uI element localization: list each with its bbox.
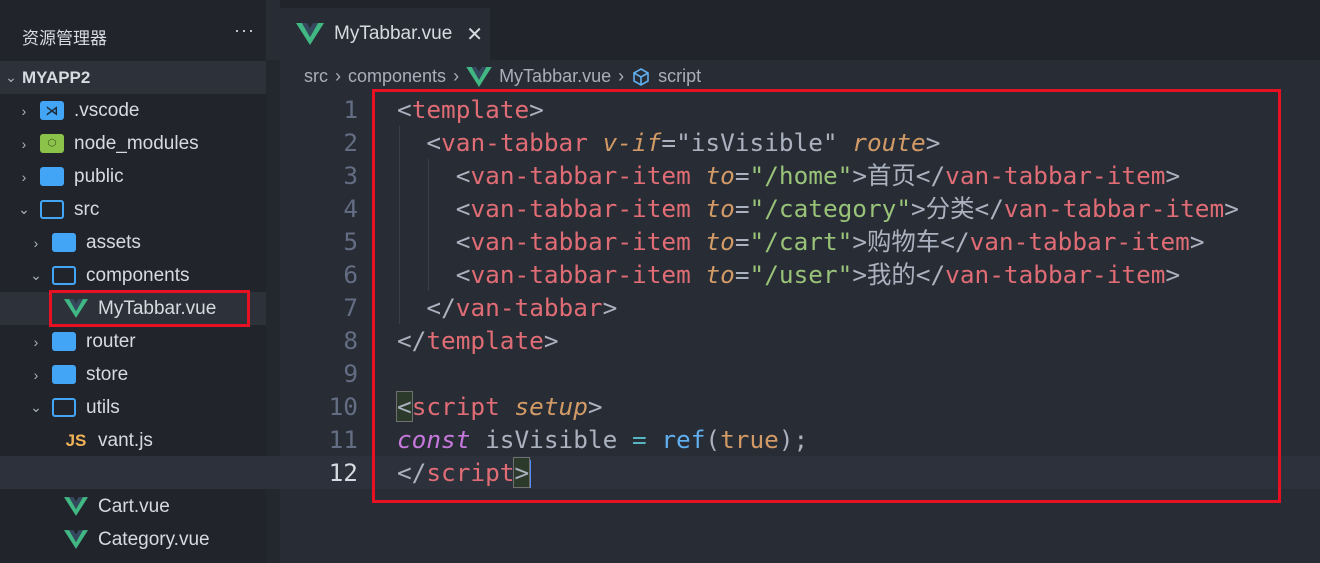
project-name: MYAPP2: [22, 67, 91, 87]
tab-bar: MyTabbar.vue ✕: [280, 0, 1320, 60]
breadcrumb-file[interactable]: MyTabbar.vue: [499, 66, 611, 87]
tree-item[interactable]: Cart.vue: [0, 490, 266, 523]
vue-file-icon: [466, 66, 492, 87]
breadcrumb-src[interactable]: src: [304, 66, 328, 87]
line-number: 12: [328, 458, 358, 487]
tree-item[interactable]: Category.vue: [0, 523, 266, 556]
line-number: 9: [343, 359, 358, 388]
line-number: 10: [328, 392, 358, 421]
line-number: 1: [343, 95, 358, 124]
chevron-right-icon: ›: [453, 66, 460, 86]
close-icon[interactable]: ✕: [466, 22, 483, 47]
chevron-right-icon: ›: [618, 66, 625, 86]
line-number: 6: [343, 260, 358, 289]
tree-item-label: Cart.vue: [98, 495, 170, 517]
cube-icon: [633, 67, 649, 86]
breadcrumb-components[interactable]: components: [348, 66, 446, 87]
tab-mytabbar[interactable]: MyTabbar.vue ✕: [280, 8, 490, 60]
highlight-box: [372, 89, 1281, 503]
line-number: 4: [343, 194, 358, 223]
breadcrumb: src › components › MyTabbar.vue › script: [304, 66, 701, 87]
line-number: 11: [328, 425, 358, 454]
vue-file-icon: [296, 23, 324, 45]
explorer-title: 资源管理器: [22, 29, 107, 48]
line-number: 8: [343, 326, 358, 355]
line-number: 3: [343, 161, 358, 190]
chevron-down-icon: ⌄: [5, 69, 17, 85]
breadcrumb-script[interactable]: script: [658, 66, 701, 87]
tree-item-label: Category.vue: [98, 528, 210, 550]
line-number: 7: [343, 293, 358, 322]
more-actions-icon[interactable]: ···: [234, 20, 255, 41]
project-root[interactable]: ⌄ MYAPP2: [0, 61, 280, 94]
vue-file-icon: [64, 530, 88, 550]
tab-label: MyTabbar.vue: [334, 23, 453, 44]
line-number: 2: [343, 128, 358, 157]
line-number: 5: [343, 227, 358, 256]
vue-file-icon: [64, 497, 88, 517]
chevron-right-icon: ›: [335, 66, 341, 86]
